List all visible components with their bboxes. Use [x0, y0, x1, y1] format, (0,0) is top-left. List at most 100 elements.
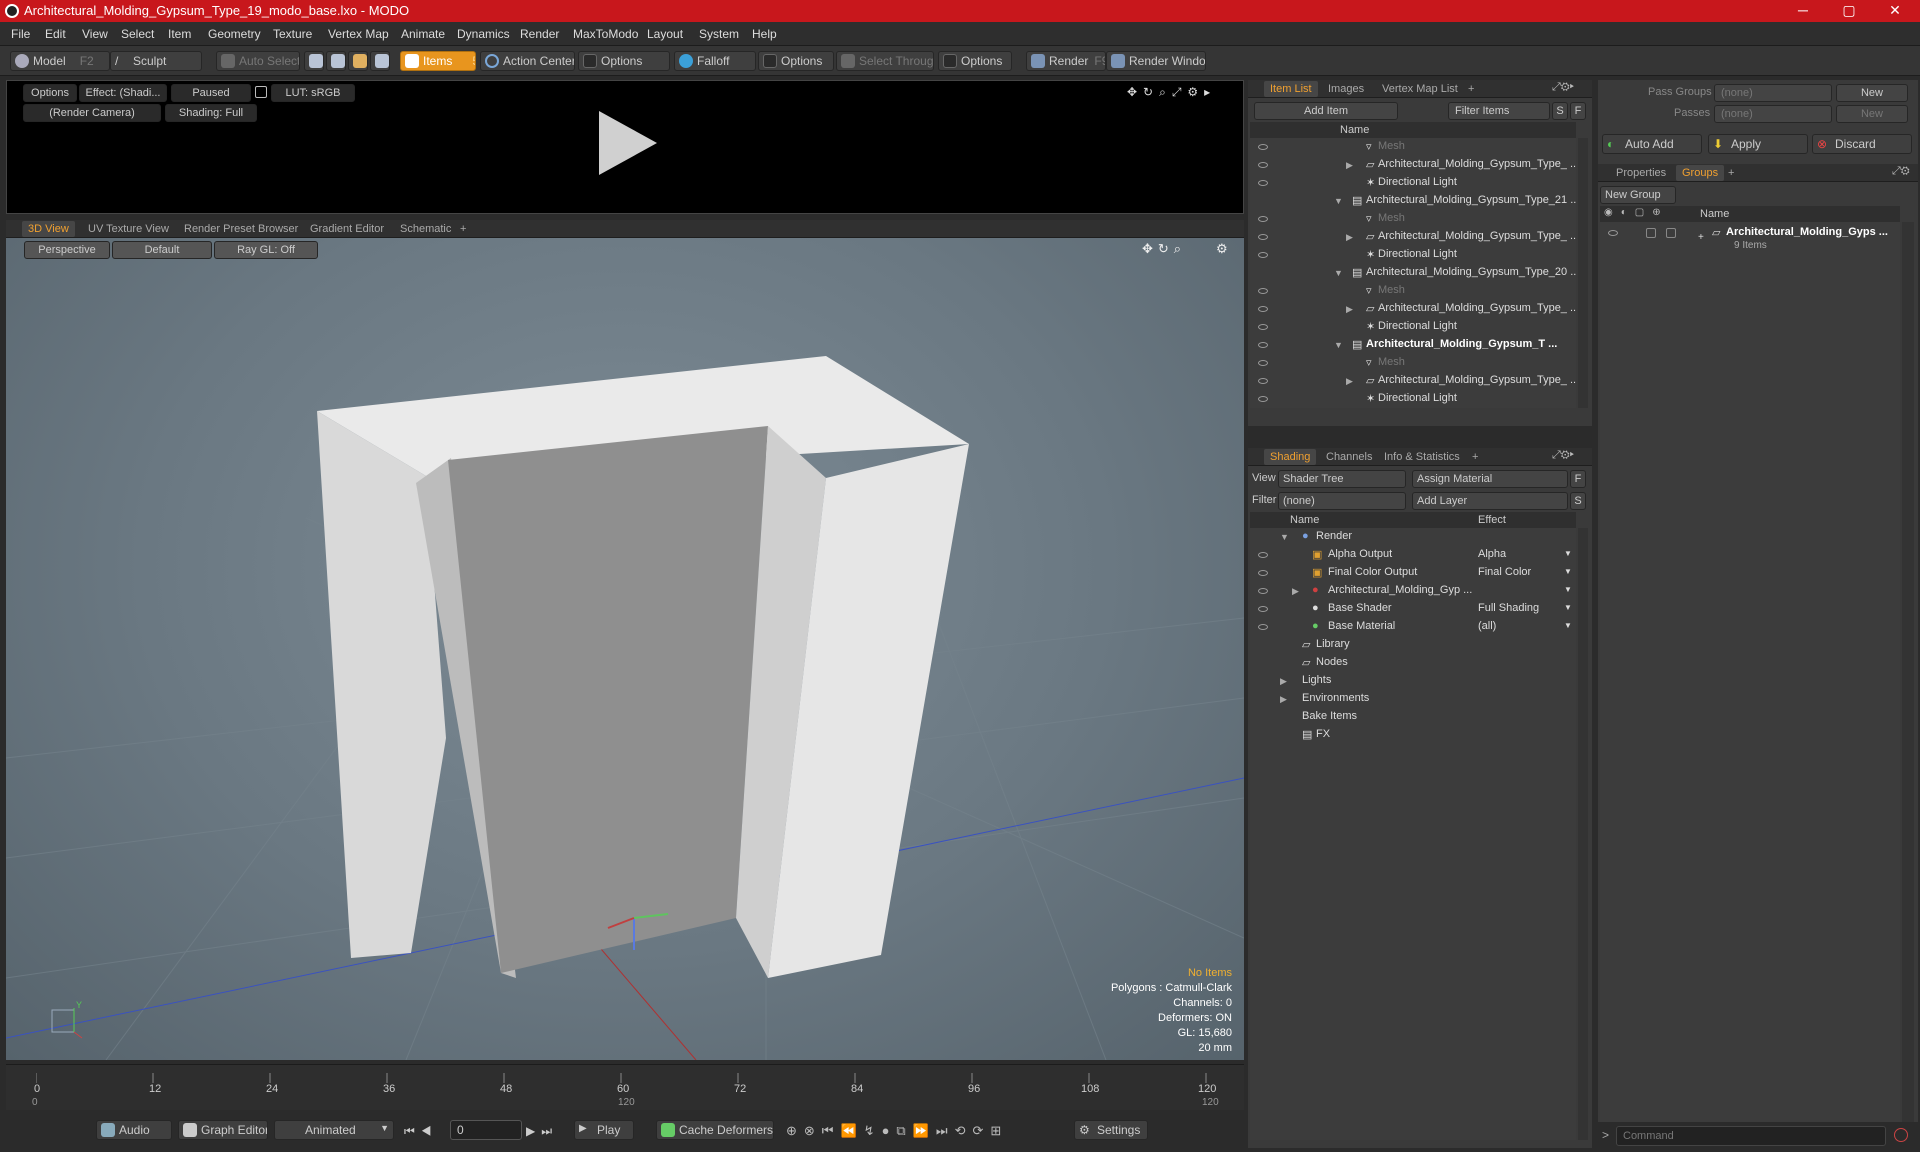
eye-icon[interactable]	[1258, 342, 1268, 348]
menu-select[interactable]: Select	[121, 27, 154, 41]
expand-icon[interactable]: ▼	[1334, 268, 1343, 278]
minimize-button[interactable]: ─	[1780, 0, 1826, 22]
play-render-icon[interactable]	[591, 107, 661, 179]
menu-system[interactable]: System	[699, 27, 739, 41]
menu-texture[interactable]: Texture	[273, 27, 312, 41]
shader-row[interactable]: ● Base Shader Full Shading ▼	[1250, 600, 1576, 618]
tab-add[interactable]: +	[1462, 81, 1480, 97]
menu-maxtomodo[interactable]: MaxToModo	[573, 27, 638, 41]
expand-icon[interactable]: ▼	[1280, 532, 1289, 542]
shader-row[interactable]: ▣ Final Color Output Final Color ▼	[1250, 564, 1576, 582]
command-input[interactable]: Command	[1616, 1126, 1886, 1146]
eye-icon[interactable]	[1258, 306, 1268, 312]
shader-row-render[interactable]: ▼ ● Render	[1250, 528, 1576, 546]
item-list-tree[interactable]: ▿ Mesh ▶ ▱ Architectural_Molding_Gypsum_Typ…	[1250, 138, 1576, 408]
key-tool-icons[interactable]: ⊕⊗⏮⏪↯●⧉⏩⏭⟲⟳⊞	[786, 1123, 1008, 1139]
eye-icon[interactable]	[1258, 624, 1268, 630]
next-key-icons[interactable]: ▶⏭	[526, 1124, 558, 1139]
shading-f-button[interactable]: F	[1570, 470, 1586, 488]
shader-row[interactable]: ▣ Alpha Output Alpha ▼	[1250, 546, 1576, 564]
play-button[interactable]: ▶ Play	[574, 1120, 634, 1140]
preview-effect-dropdown[interactable]: Effect: (Shadi...	[79, 84, 167, 102]
tab-item-list[interactable]: Item List	[1264, 81, 1318, 97]
groups-list[interactable]: + ▱ Architectural_Molding_Gyps ... 9 Ite…	[1600, 222, 1900, 1152]
menu-view[interactable]: View	[82, 27, 108, 41]
tab-add[interactable]: +	[1722, 165, 1740, 181]
effect-column-header[interactable]: Effect	[1478, 514, 1506, 526]
discard-button[interactable]: ⊗ Discard	[1812, 134, 1912, 154]
expand-icon[interactable]: ▶	[1346, 160, 1353, 171]
effect-dropdown[interactable]: Full Shading	[1478, 602, 1539, 614]
preview-lut-dropdown[interactable]: LUT: sRGB	[271, 84, 355, 102]
shading-s-button[interactable]: S	[1570, 492, 1586, 510]
group-item[interactable]: + ▱ Architectural_Molding_Gyps ... 9 Ite…	[1600, 224, 1900, 256]
eye-icon[interactable]	[1258, 378, 1268, 384]
eye-icon[interactable]	[1258, 396, 1268, 402]
shader-row[interactable]: ▶ ● Architectural_Molding_Gyp ... ▼	[1250, 582, 1576, 600]
audio-button[interactable]: Audio	[96, 1120, 172, 1140]
action-center-button[interactable]: Action Center	[480, 51, 575, 71]
shader-tree[interactable]: ▼ ● Render ▣ Alpha Output Alpha ▼ ▣ Final Colo…	[1250, 528, 1576, 1140]
panel-controls-icons[interactable]: ⤢⚙▸	[1552, 449, 1574, 462]
shader-row[interactable]: ● Base Material (all) ▼	[1250, 618, 1576, 636]
tab-uv-texture-view[interactable]: UV Texture View	[82, 221, 175, 237]
falloff-options-button[interactable]: Options	[758, 51, 834, 71]
perspective-dropdown[interactable]: Perspective	[24, 241, 110, 259]
action-center-options-button[interactable]: Options	[578, 51, 670, 71]
list-item[interactable]: ▶ ▱ Architectural_Molding_Gypsum_Type_ ...	[1250, 372, 1576, 390]
expand-icon[interactable]: ▶	[1346, 232, 1353, 243]
menu-dynamics[interactable]: Dynamics	[457, 27, 510, 41]
viewport-gear-icon[interactable]: ⚙	[1216, 241, 1228, 257]
auto-add-button[interactable]: ◐ Auto Add	[1602, 134, 1702, 154]
tab-info-statistics[interactable]: Info & Statistics	[1378, 449, 1466, 465]
list-item[interactable]: ▶ ▱ Architectural_Molding_Gypsum_Type_ ...	[1250, 228, 1576, 246]
shader-row[interactable]: ▱ Nodes	[1250, 654, 1576, 672]
tab-gradient-editor[interactable]: Gradient Editor	[304, 221, 390, 237]
sculpt-mode-button[interactable]: / Sculpt	[110, 51, 202, 71]
tab-add[interactable]: +	[454, 221, 472, 237]
expand-icon[interactable]: ▶	[1292, 586, 1299, 597]
eye-icon[interactable]	[1258, 288, 1268, 294]
tab-add[interactable]: +	[1466, 449, 1484, 465]
menu-edit[interactable]: Edit	[45, 27, 66, 41]
name-column-header[interactable]: Name	[1290, 514, 1319, 526]
eye-icon[interactable]	[1258, 570, 1268, 576]
list-item[interactable]: ▿ Mesh	[1250, 210, 1576, 228]
eye-icon[interactable]	[1258, 234, 1268, 240]
panel-controls-icons[interactable]: ⤢⚙	[1892, 165, 1910, 178]
render-button[interactable]: Render F9	[1026, 51, 1106, 71]
preview-camera-dropdown[interactable]: (Render Camera)	[23, 104, 161, 122]
list-item[interactable]: ✶ Directional Light	[1250, 318, 1576, 336]
shader-row[interactable]: ▱ Library	[1250, 636, 1576, 654]
menu-item[interactable]: Item	[168, 27, 191, 41]
eye-icon[interactable]	[1258, 588, 1268, 594]
preview-nav-icons[interactable]: ✥↻⌕⤢⚙▸	[1127, 85, 1216, 100]
eye-icon[interactable]	[1258, 162, 1268, 168]
select-vertices-icon[interactable]	[304, 51, 324, 71]
name-column-header[interactable]: Name	[1700, 208, 1729, 220]
menu-help[interactable]: Help	[752, 27, 777, 41]
tab-vertex-map-list[interactable]: Vertex Map List	[1376, 81, 1464, 97]
list-item[interactable]: ▼ ▤ Architectural_Molding_Gypsum_Type_20 .…	[1250, 264, 1576, 282]
view-dropdown[interactable]: Shader Tree	[1278, 470, 1406, 488]
lock-checkbox[interactable]	[1646, 228, 1656, 238]
tab-render-preset-browser[interactable]: Render Preset Browser	[178, 221, 304, 237]
select-polygons-icon[interactable]	[348, 51, 368, 71]
passes-dropdown[interactable]: (none)	[1714, 105, 1832, 123]
apply-button[interactable]: ⬇ Apply	[1708, 134, 1808, 154]
eye-icon[interactable]	[1258, 144, 1268, 150]
pass-groups-dropdown[interactable]: (none)	[1714, 84, 1832, 102]
frame-input[interactable]: 0	[450, 1120, 522, 1140]
new-pass-button[interactable]: New	[1836, 105, 1908, 123]
expand-icon[interactable]: ▶	[1280, 676, 1287, 687]
3d-viewport[interactable]: Perspective Default Ray GL: Off ✥↻⌕ ⚙ No…	[6, 238, 1244, 1060]
eye-icon[interactable]	[1258, 324, 1268, 330]
model-mode-button[interactable]: Model F2	[10, 51, 110, 71]
cache-deformers-button[interactable]: Cache Deformers	[656, 1120, 774, 1140]
list-item[interactable]: ✶ Directional Light	[1250, 246, 1576, 264]
shader-tree-scrollbar[interactable]	[1578, 528, 1588, 1140]
record-icon[interactable]	[1894, 1128, 1908, 1142]
effect-dropdown[interactable]: (all)	[1478, 620, 1496, 632]
items-mode-button[interactable]: Items 5	[400, 51, 476, 71]
expand-icon[interactable]: +	[1698, 232, 1704, 243]
